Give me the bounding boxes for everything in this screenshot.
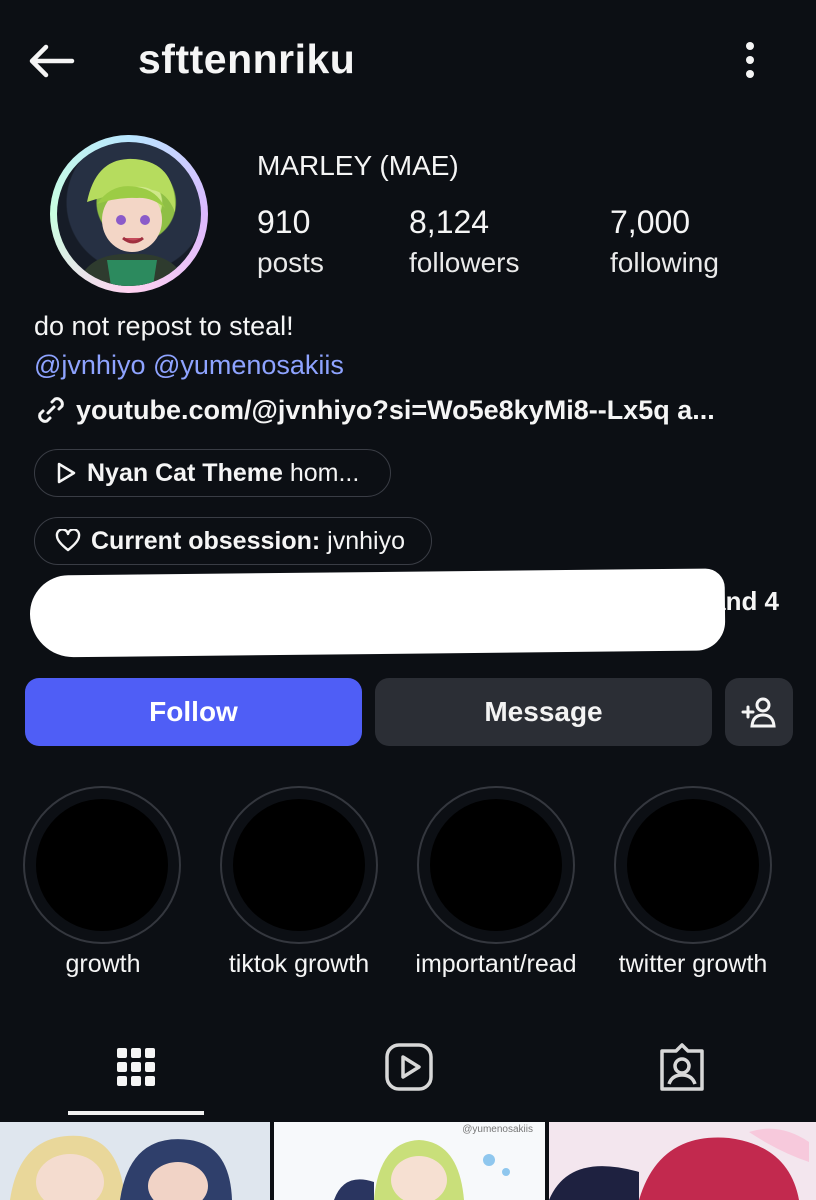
posts-count[interactable]: 910 posts [257,204,324,279]
play-icon [57,462,76,484]
music-chip[interactable]: Nyan Cat Theme hom... [34,449,391,497]
redaction-overlay [29,568,726,658]
post-thumbnail[interactable]: @yumenosakiis [274,1122,545,1200]
avatar-image [57,142,201,286]
highlight-label: important/read [415,950,577,978]
profile-mentions[interactable]: @jvnhiyo @yumenosakiis [34,350,344,381]
link-text: youtube.com/@jvnhiyo?si=Wo5e8kyMi8--Lx5q… [76,394,715,425]
post-thumbnail[interactable] [0,1122,270,1200]
more-options-button[interactable] [730,38,770,84]
highlight-item[interactable] [23,786,181,944]
post-thumbnail[interactable] [549,1122,816,1200]
tab-tagged[interactable] [652,1037,712,1097]
kebab-menu-icon [746,42,754,78]
profile-avatar[interactable] [50,135,208,293]
grid-icon [117,1048,155,1086]
stat-value: 7,000 [610,204,691,240]
profile-bio: do not repost to steal! [34,311,294,341]
music-artist: hom... [289,458,360,487]
profile-link[interactable]: youtube.com/@jvnhiyo?si=Wo5e8kyMi8--Lx5q… [34,393,715,427]
highlight-item[interactable] [220,786,378,944]
stat-value: 8,124 [409,204,490,240]
interest-chip[interactable]: Current obsession: jvnhiyo [34,517,432,565]
stat-label: followers [409,247,520,278]
highlight-item[interactable] [614,786,772,944]
link-icon [38,397,64,423]
highlight-cover[interactable] [417,786,575,944]
music-title: Nyan Cat Theme [87,458,283,487]
highlight-cover[interactable] [23,786,181,944]
following-count[interactable]: 7,000 following [610,204,719,279]
stat-value: 910 [257,204,311,240]
followers-count[interactable]: 8,124 followers [409,204,519,279]
highlight-label: twitter growth [618,950,768,978]
tagged-icon [660,1043,704,1091]
heart-icon [55,529,81,552]
tab-reels[interactable] [379,1037,439,1097]
add-person-icon [741,697,776,728]
highlight-cover[interactable] [220,786,378,944]
reels-icon [385,1043,433,1091]
interest-value: jvnhiyo [327,526,405,555]
tab-posts-grid[interactable] [106,1037,166,1097]
suggest-users-button[interactable] [725,678,793,746]
interest-label: Current obsession: [91,526,321,555]
active-tab-indicator [68,1111,204,1115]
highlight-item[interactable] [417,786,575,944]
message-button[interactable]: Message [375,678,712,746]
follow-button[interactable]: Follow [25,678,362,746]
highlight-label: growth [65,950,141,978]
highlight-label: tiktok growth [228,950,370,978]
stat-label: following [610,247,719,278]
stat-label: posts [257,247,324,278]
back-button[interactable] [22,38,82,84]
highlight-cover[interactable] [614,786,772,944]
profile-display-name: MARLEY (MAE) [257,150,459,181]
profile-username: sfttennriku [138,36,356,82]
arrow-left-icon [29,44,75,78]
post-watermark: @yumenosakiis [462,1124,533,1135]
